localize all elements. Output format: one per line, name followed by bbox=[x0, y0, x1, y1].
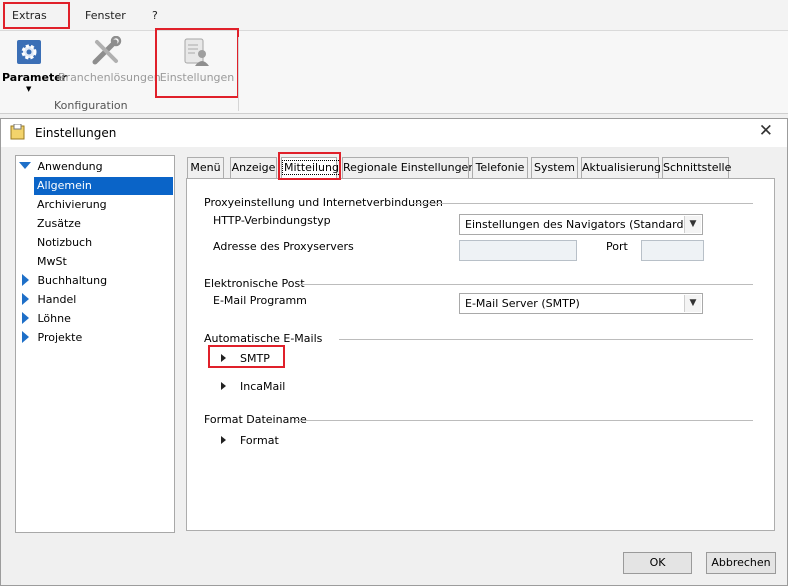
email-program-value: E-Mail Server (SMTP) bbox=[465, 297, 580, 310]
port-input[interactable] bbox=[641, 240, 704, 261]
incamail-expander[interactable]: IncaMail bbox=[221, 380, 285, 393]
tab-anzeige[interactable]: Anzeige bbox=[230, 157, 277, 179]
ribbon-group-label: Konfiguration bbox=[54, 99, 128, 112]
section-divider bbox=[339, 339, 753, 340]
ok-button[interactable]: OK bbox=[623, 552, 692, 574]
parameter-label: Parameter bbox=[2, 71, 68, 84]
email-program-select[interactable]: E-Mail Server (SMTP) ▼ bbox=[459, 293, 703, 314]
branchenloesungen-button[interactable]: Branchenlösungen bbox=[58, 33, 161, 95]
http-connection-value: Einstellungen des Navigators (Standard) bbox=[465, 218, 688, 231]
expand-icon bbox=[221, 436, 226, 444]
highlight-einstellungen bbox=[155, 28, 239, 98]
close-icon[interactable]: ✕ bbox=[759, 121, 773, 141]
dialog-title: Einstellungen bbox=[35, 126, 117, 140]
highlight-extras bbox=[3, 2, 70, 29]
highlight-mitteilung bbox=[278, 152, 341, 180]
format-label: Format bbox=[240, 434, 279, 447]
section-divider bbox=[299, 284, 753, 285]
expand-icon bbox=[221, 382, 226, 390]
settings-tree: Anwendung Allgemein Archivierung Zusätze… bbox=[15, 155, 175, 533]
tree-label-buchhaltung: Buchhaltung bbox=[37, 274, 108, 287]
section-divider bbox=[413, 203, 753, 204]
cancel-button[interactable]: Abbrechen bbox=[706, 552, 776, 574]
tree-label-projekte: Projekte bbox=[37, 331, 83, 344]
gear-icon bbox=[17, 40, 41, 64]
chevron-down-icon: ▼ bbox=[684, 216, 701, 233]
dialog-titlebar: Einstellungen ✕ bbox=[1, 119, 787, 147]
collapsed-icon bbox=[22, 293, 29, 305]
ribbon: Parameter ▼ Branchenlösungen Einstellung… bbox=[0, 28, 788, 114]
email-program-label: E-Mail Programm bbox=[213, 294, 307, 307]
tree-item-allgemein[interactable]: Allgemein bbox=[34, 177, 173, 195]
settings-dialog: Einstellungen ✕ Anwendung Allgemein Arch… bbox=[0, 118, 788, 586]
tab-aktualisierung[interactable]: Aktualisierung bbox=[581, 157, 661, 179]
port-label: Port bbox=[606, 240, 628, 253]
expanded-icon bbox=[19, 162, 31, 169]
tree-label-handel: Handel bbox=[37, 293, 77, 306]
proxy-address-label: Adresse des Proxyservers bbox=[213, 240, 354, 253]
tab-telefonie[interactable]: Telefonie bbox=[472, 157, 528, 179]
section-format: Format Dateiname bbox=[204, 413, 307, 426]
collapsed-icon bbox=[22, 274, 29, 286]
app-icon bbox=[10, 124, 25, 140]
tree-item-loehne[interactable]: Löhne bbox=[22, 310, 71, 328]
section-auto-emails: Automatische E-Mails bbox=[204, 332, 323, 345]
http-label: HTTP-Verbindungstyp bbox=[213, 214, 331, 227]
tab-regionale-einstellungen[interactable]: Regionale Einstellungen bbox=[342, 157, 475, 179]
menu-fenster[interactable]: Fenster bbox=[85, 9, 126, 22]
tree-item-notizbuch[interactable]: Notizbuch bbox=[37, 234, 92, 252]
dropdown-arrow-icon: ▼ bbox=[26, 85, 32, 93]
tree-item-handel[interactable]: Handel bbox=[22, 291, 76, 309]
parameter-button[interactable]: Parameter ▼ bbox=[2, 33, 68, 95]
tree-item-anwendung[interactable]: Anwendung bbox=[19, 158, 103, 176]
incamail-label: IncaMail bbox=[240, 380, 286, 393]
tree-item-mwst[interactable]: MwSt bbox=[37, 253, 67, 271]
format-expander[interactable]: Format bbox=[221, 434, 279, 447]
tree-label-anwendung: Anwendung bbox=[37, 160, 103, 173]
proxy-address-input[interactable] bbox=[459, 240, 577, 261]
menu-help[interactable]: ? bbox=[152, 9, 158, 22]
section-divider bbox=[296, 420, 753, 421]
tree-item-projekte[interactable]: Projekte bbox=[22, 329, 82, 347]
tab-menu[interactable]: Menü bbox=[187, 157, 224, 179]
branchenloesungen-label: Branchenlösungen bbox=[58, 71, 161, 84]
chevron-down-icon: ▼ bbox=[684, 295, 701, 312]
tools-icon bbox=[92, 36, 122, 65]
tab-schnittstelle[interactable]: Schnittstelle bbox=[662, 157, 731, 179]
collapsed-icon bbox=[22, 312, 29, 324]
highlight-smtp bbox=[208, 345, 285, 368]
tree-item-zusaetze[interactable]: Zusätze bbox=[37, 215, 81, 233]
tab-panel-mitteilung: Proxyeinstellung und Internetverbindunge… bbox=[186, 178, 775, 531]
tree-label-loehne: Löhne bbox=[37, 312, 71, 325]
tree-item-buchhaltung[interactable]: Buchhaltung bbox=[22, 272, 107, 290]
app-menubar: Extras Fenster ? bbox=[0, 0, 788, 30]
tree-item-archivierung[interactable]: Archivierung bbox=[37, 196, 107, 214]
collapsed-icon bbox=[22, 331, 29, 343]
tab-system[interactable]: System bbox=[531, 157, 578, 179]
http-connection-select[interactable]: Einstellungen des Navigators (Standard) … bbox=[459, 214, 703, 235]
ribbon-group-separator bbox=[238, 37, 239, 111]
section-email: Elektronische Post bbox=[204, 277, 305, 290]
section-proxy: Proxyeinstellung und Internetverbindunge… bbox=[204, 196, 443, 209]
